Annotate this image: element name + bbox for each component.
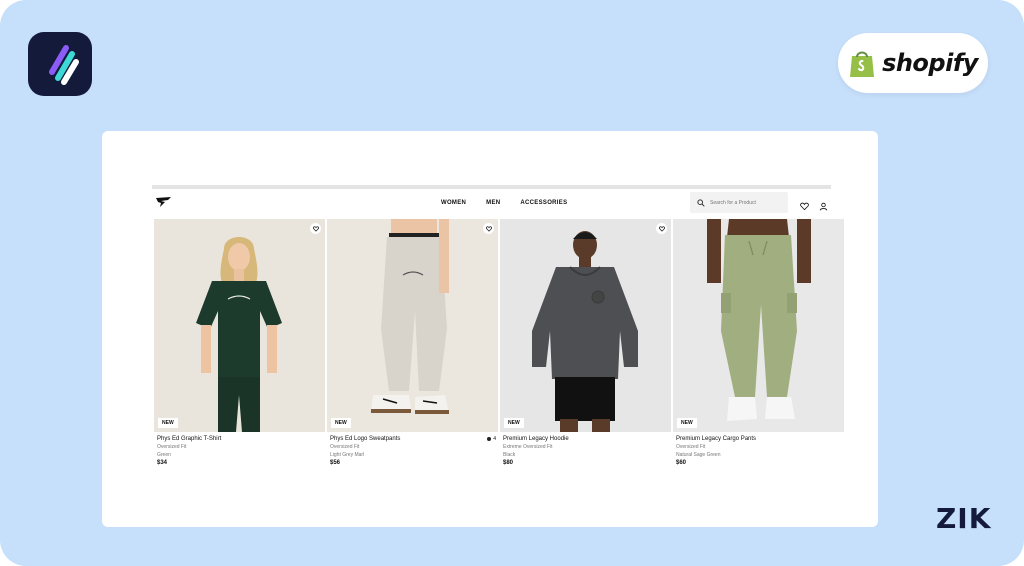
- product-name[interactable]: Premium Legacy Cargo Pants: [676, 435, 842, 443]
- new-badge: NEW: [504, 418, 524, 428]
- product-grid: NEW Phys Ed Graphic T-Shirt Oversized Fi…: [152, 219, 844, 475]
- heart-icon: [485, 225, 492, 232]
- zik-watermark: ZIK: [936, 502, 992, 535]
- product-name[interactable]: Phys Ed Logo Sweatpants: [330, 435, 496, 443]
- product-fit: Extreme Oversized Fit: [503, 444, 553, 450]
- heart-icon[interactable]: [800, 198, 809, 216]
- product-name[interactable]: Premium Legacy Hoodie: [503, 435, 669, 443]
- product-price: $60: [676, 460, 687, 466]
- nav-women[interactable]: WOMEN: [441, 200, 466, 206]
- shopify-bag-icon: [850, 51, 875, 77]
- gymshark-logo-icon[interactable]: [155, 195, 173, 213]
- shopify-badge: shopify: [838, 33, 988, 93]
- product-image[interactable]: NEW: [500, 219, 671, 432]
- product-fit: Oversized Fit: [157, 444, 187, 450]
- new-badge: NEW: [158, 418, 178, 428]
- product-fit: Oversized Fit: [676, 444, 706, 450]
- search-icon: [697, 198, 705, 207]
- search-box[interactable]: [690, 192, 788, 213]
- product-card[interactable]: NEW 4 Phys Ed Logo Sweatpants Oversized …: [327, 219, 498, 475]
- heart-icon: [312, 225, 319, 232]
- product-color: Natural Sage Green: [676, 452, 721, 458]
- new-badge: NEW: [677, 418, 697, 428]
- wishlist-button[interactable]: [656, 223, 667, 234]
- product-price: $34: [157, 460, 168, 466]
- product-image[interactable]: NEW: [327, 219, 498, 432]
- product-image[interactable]: NEW: [673, 219, 844, 432]
- user-icon[interactable]: [819, 198, 828, 216]
- product-color: Black: [503, 452, 516, 458]
- app-logo-icon: [28, 32, 92, 96]
- heart-icon: [658, 225, 665, 232]
- store-header: WOMEN MEN ACCESSORIES: [152, 189, 831, 217]
- product-fit: Oversized Fit: [330, 444, 360, 450]
- nav-accessories[interactable]: ACCESSORIES: [520, 200, 567, 206]
- main-nav: WOMEN MEN ACCESSORIES: [441, 200, 567, 206]
- product-price: $56: [330, 460, 341, 466]
- promo-background: shopify ZIK WOMEN MEN ACCESSORIES Search…: [0, 0, 1024, 566]
- product-name[interactable]: Phys Ed Graphic T-Shirt: [157, 435, 323, 443]
- product-color: Green: [157, 452, 171, 458]
- screenshot-card: WOMEN MEN ACCESSORIES Search for a Produ…: [102, 131, 878, 527]
- product-price: $80: [503, 460, 514, 466]
- wishlist-button[interactable]: [310, 223, 321, 234]
- nav-men[interactable]: MEN: [486, 200, 500, 206]
- product-card[interactable]: NEW Premium Legacy Cargo Pants Oversized…: [673, 219, 844, 475]
- store-screenshot: WOMEN MEN ACCESSORIES Search for a Produ…: [152, 185, 844, 475]
- product-color: Light Grey Marl: [330, 452, 365, 458]
- product-card[interactable]: NEW Premium Legacy Hoodie Extreme Oversi…: [500, 219, 671, 475]
- shopify-wordmark: shopify: [882, 49, 978, 77]
- search-input[interactable]: [710, 199, 780, 206]
- wishlist-button[interactable]: [483, 223, 494, 234]
- new-badge: NEW: [331, 418, 351, 428]
- product-info: Phys Ed Graphic T-Shirt Oversized Fit Gr…: [157, 435, 323, 468]
- product-info: Premium Legacy Cargo Pants Oversized Fit…: [676, 435, 842, 468]
- product-info: Premium Legacy Hoodie Extreme Oversized …: [503, 435, 669, 468]
- product-image[interactable]: NEW: [154, 219, 325, 432]
- product-card[interactable]: NEW Phys Ed Graphic T-Shirt Oversized Fi…: [154, 219, 325, 475]
- product-info: Phys Ed Logo Sweatpants Oversized Fit Li…: [330, 435, 496, 468]
